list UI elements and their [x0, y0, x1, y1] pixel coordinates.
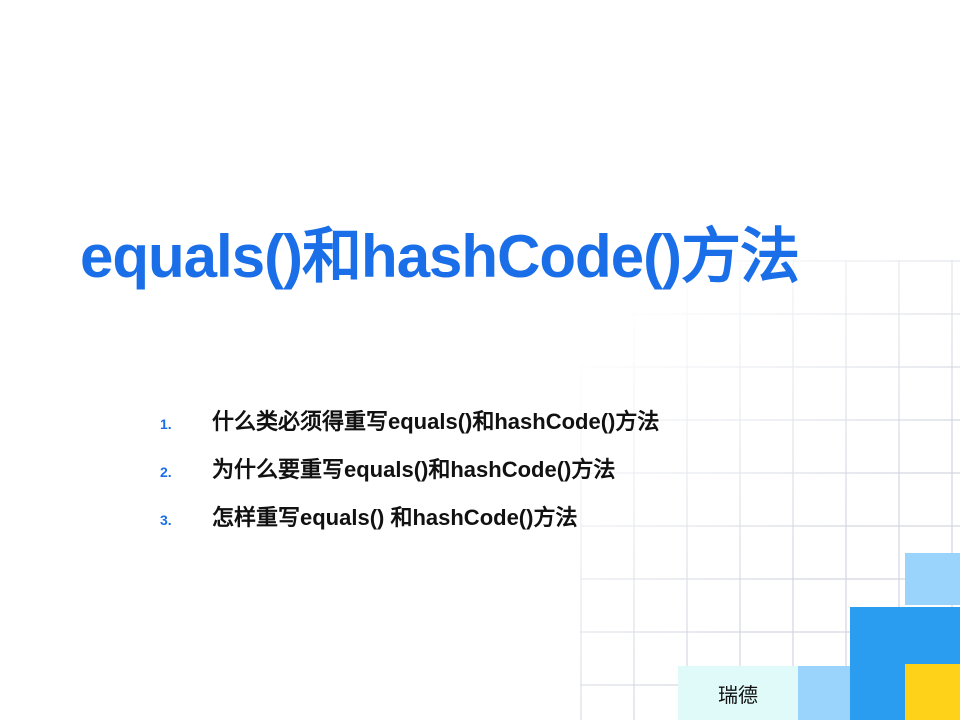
item-text: 什么类必须得重写equals()和hashCode()方法: [212, 409, 660, 434]
item-number: 3.: [160, 512, 172, 528]
footer-label: 瑞德: [678, 666, 798, 720]
item-number: 1.: [160, 416, 172, 432]
slide-title: equals()和hashCode()方法: [80, 223, 800, 290]
item-number: 2.: [160, 464, 172, 480]
item-list: 1. 什么类必须得重写equals()和hashCode()方法 2. 为什么要…: [160, 404, 659, 548]
deco-block-light-blue-bottom: [798, 666, 850, 720]
item-text: 为什么要重写equals()和hashCode()方法: [212, 457, 616, 482]
list-item: 2. 为什么要重写equals()和hashCode()方法: [160, 452, 659, 500]
list-item: 3. 怎样重写equals() 和hashCode()方法: [160, 500, 659, 548]
deco-block-yellow: [905, 664, 960, 720]
list-item: 1. 什么类必须得重写equals()和hashCode()方法: [160, 404, 659, 452]
item-text: 怎样重写equals() 和hashCode()方法: [212, 505, 578, 530]
deco-block-light-blue-top: [905, 553, 960, 605]
